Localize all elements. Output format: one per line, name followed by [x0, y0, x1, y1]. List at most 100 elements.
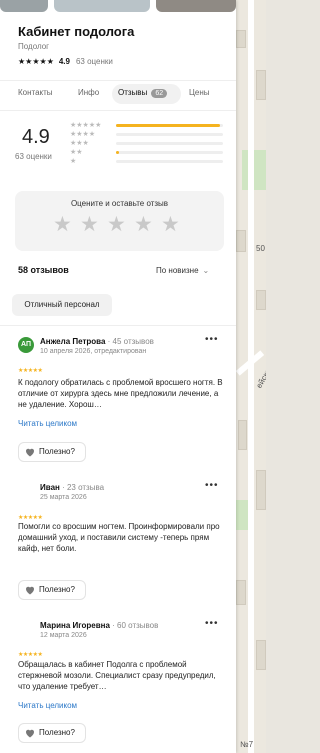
review-text: К подологу обратилась с проблемой вросше… [18, 378, 223, 409]
tab-bar: Контакты Инфо Отзывы 62 Цены [0, 84, 236, 106]
org-category[interactable]: Подолог [18, 42, 49, 51]
tab-reviews[interactable]: Отзывы 62 [118, 88, 168, 98]
rate-stars: ★ ★ ★ ★ ★ [53, 214, 182, 235]
tab-reviews-badge: 62 [151, 89, 168, 98]
rate-star-5[interactable]: ★ [161, 214, 182, 235]
map-building [256, 640, 266, 670]
map-building [256, 470, 266, 510]
rate-star-4[interactable]: ★ [134, 214, 155, 235]
organization-panel: Кабинет подолога Подолог ★★★★★ 4.9 63 оц… [0, 0, 236, 753]
review-author-name: Анжела Петрова [40, 337, 106, 346]
map-label: ейская [254, 363, 266, 390]
divider [0, 80, 236, 81]
distribution-fill [116, 151, 120, 154]
distribution-row-5: ★★★★★ [70, 122, 230, 130]
photo-thumb[interactable] [0, 0, 48, 12]
review-date: 12 марта 2026 [40, 632, 87, 639]
heart-icon [26, 586, 34, 595]
map-building [256, 70, 266, 100]
useful-button[interactable]: Полезно? [18, 723, 86, 743]
rate-star-2[interactable]: ★ [80, 214, 101, 235]
rate-star-1[interactable]: ★ [53, 214, 74, 235]
photo-thumb[interactable] [54, 0, 150, 12]
read-more-link[interactable]: Читать целиком [18, 419, 77, 428]
rate-star-3[interactable]: ★ [107, 214, 128, 235]
heart-icon [26, 448, 34, 457]
map-green-area [242, 150, 266, 190]
review-date: 10 апреля 2026, отредактирован [40, 348, 147, 355]
map-building [256, 290, 266, 310]
rating-stars: ★★★★★ [18, 57, 54, 66]
map-label: №7 [240, 740, 254, 749]
review-author[interactable]: Анжела Петрова · 45 отзывов [40, 337, 154, 346]
useful-button[interactable]: Полезно? [18, 442, 86, 462]
divider [0, 325, 236, 326]
read-more-link[interactable]: Читать целиком [18, 701, 77, 710]
review-date: 25 марта 2026 [40, 494, 87, 501]
review-card: Иван · 23 отзыва 25 марта 2026 ••• ★★★★★… [0, 480, 236, 603]
org-rating-row[interactable]: ★★★★★ 4.9 63 оценки [18, 57, 113, 66]
map-building [236, 580, 246, 605]
distribution-track [116, 124, 223, 127]
rating-value: 4.9 [58, 57, 70, 66]
rating-count: 63 оценки [75, 57, 113, 66]
summary-rating: 4.9 [22, 126, 50, 148]
photo-strip[interactable] [0, 0, 236, 12]
tab-reviews-label: Отзывы [118, 88, 148, 97]
distribution-stars: ★ [70, 158, 77, 165]
distribution-row-2: ★★ [70, 149, 230, 157]
chevron-down-icon: ⌄ [202, 266, 210, 275]
reviews-count: 58 отзывов [18, 265, 69, 275]
review-stars: ★★★★★ [18, 515, 43, 521]
more-icon[interactable]: ••• [205, 480, 219, 491]
distribution-track [116, 151, 223, 154]
divider [0, 110, 236, 111]
tab-info[interactable]: Инфо [78, 88, 99, 97]
useful-label: Полезно? [39, 447, 75, 456]
map-view[interactable]: 50 ейская №7 [234, 0, 266, 753]
review-card: АП Анжела Петрова · 45 отзывов 10 апреля… [0, 334, 236, 467]
sort-dropdown[interactable]: По новизне ⌄ [156, 266, 209, 275]
distribution-row-3: ★★★ [70, 140, 230, 148]
more-icon[interactable]: ••• [205, 618, 219, 629]
distribution-fill [116, 124, 220, 127]
rate-box-title: Оцените и оставьте отзыв [70, 199, 169, 208]
photo-thumb[interactable] [156, 0, 236, 12]
review-text: Обращалась в кабинет Подолга с проблемой… [18, 660, 216, 691]
distribution-row-4: ★★★★ [70, 131, 230, 139]
filter-chip[interactable]: Отличный персонал [12, 294, 112, 316]
map-label: 50 [256, 244, 265, 253]
distribution-row-1: ★ [70, 158, 230, 166]
review-author-meta: · 45 отзывов [107, 337, 154, 346]
review-author[interactable]: Иван · 23 отзыва [40, 483, 104, 492]
review-card: Марина Игоревна · 60 отзывов 12 марта 20… [0, 618, 236, 753]
review-author[interactable]: Марина Игоревна · 60 отзывов [40, 621, 158, 630]
tab-contacts[interactable]: Контакты [18, 88, 53, 97]
map-building [236, 30, 246, 48]
distribution-stars: ★★★ [70, 140, 89, 147]
more-icon[interactable]: ••• [205, 334, 219, 345]
map-road [248, 0, 254, 753]
distribution-stars: ★★★★★ [70, 122, 102, 129]
distribution-track [116, 142, 223, 145]
review-stars: ★★★★★ [18, 652, 43, 658]
rate-box: Оцените и оставьте отзыв ★ ★ ★ ★ ★ [15, 191, 224, 251]
heart-icon [26, 729, 34, 738]
useful-button[interactable]: Полезно? [18, 580, 86, 600]
review-author-meta: · 23 отзыва [62, 483, 105, 492]
review-text: Помогли со вросшим ногтем. Проинформиров… [18, 522, 220, 553]
distribution-track [116, 133, 223, 136]
useful-label: Полезно? [39, 585, 75, 594]
review-author-name: Иван [40, 483, 60, 492]
distribution-stars: ★★★★ [70, 131, 96, 138]
avatar[interactable]: АП [18, 337, 34, 353]
org-title: Кабинет подолога [18, 24, 135, 39]
sort-label: По новизне [156, 266, 199, 275]
map-building [236, 230, 246, 252]
distribution-track [116, 160, 223, 163]
map-building [238, 420, 247, 450]
tab-prices[interactable]: Цены [189, 88, 210, 97]
review-author-meta: · 60 отзывов [112, 621, 159, 630]
review-author-name: Марина Игоревна [40, 621, 110, 630]
distribution-stars: ★★ [70, 149, 83, 156]
